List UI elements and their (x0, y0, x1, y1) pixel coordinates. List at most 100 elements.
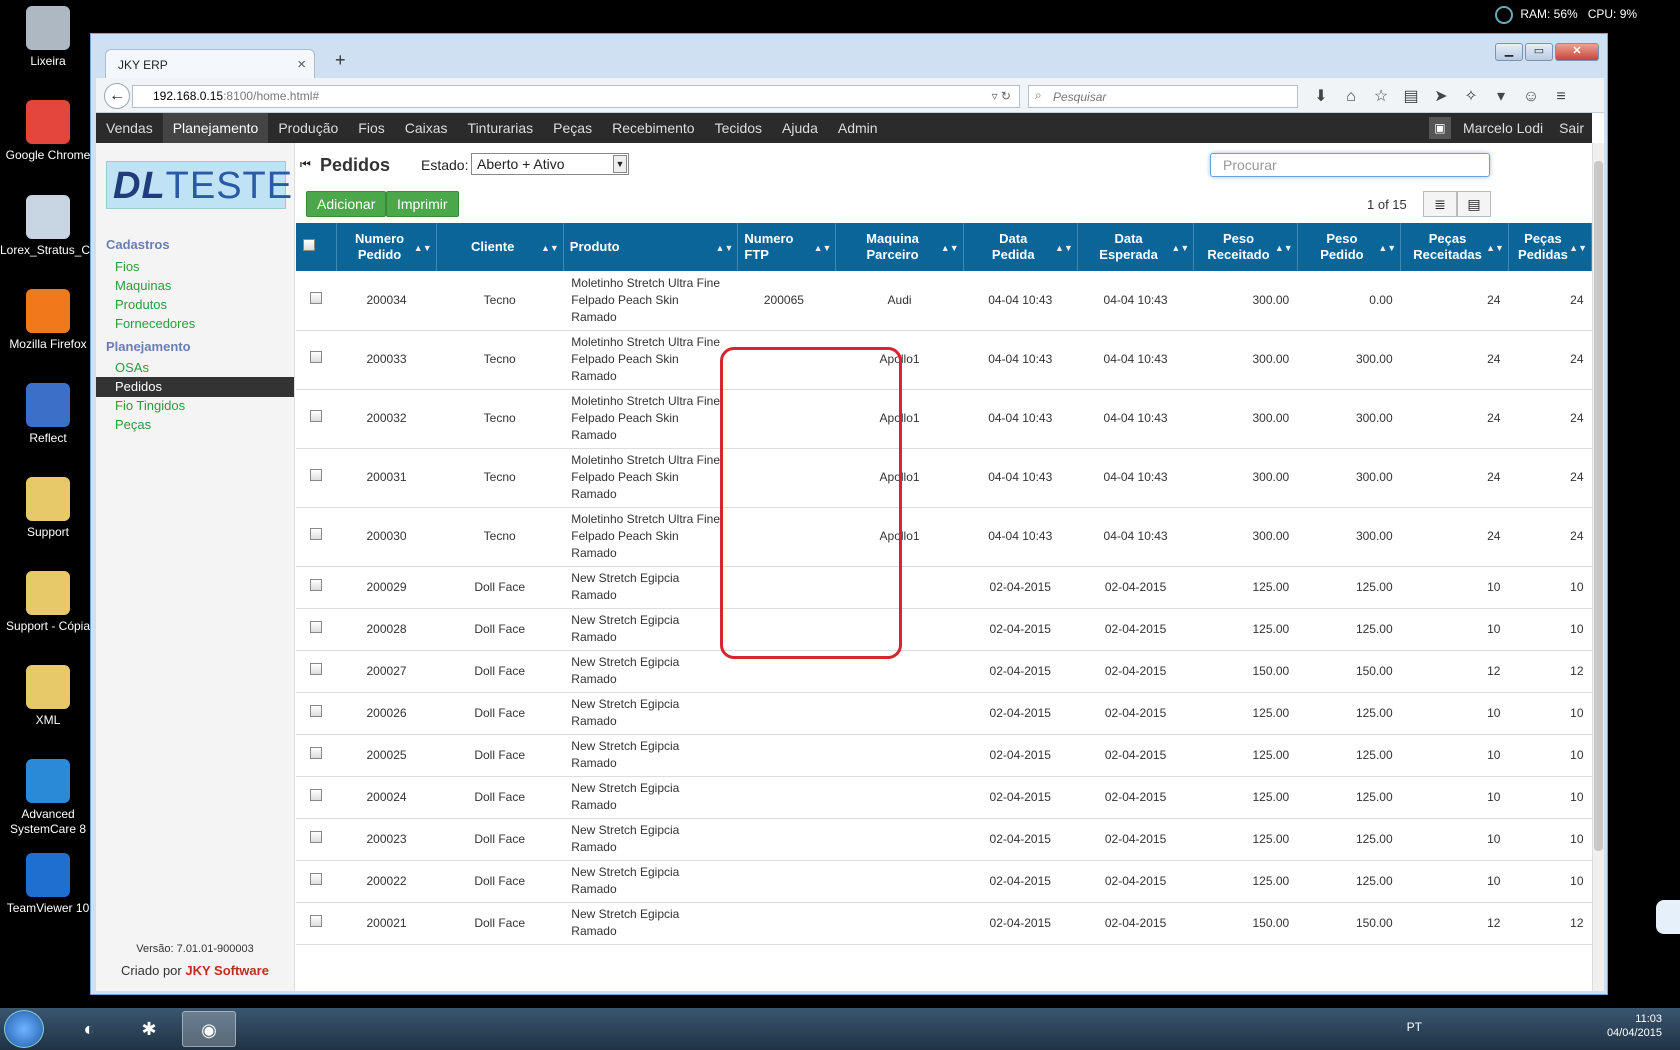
menu-item[interactable]: Vendas (96, 113, 163, 143)
menu-item[interactable]: Tinturarias (458, 113, 544, 143)
desktop-icon[interactable]: Lixeira (0, 6, 96, 69)
menu-item[interactable]: Ajuda (772, 113, 828, 143)
sort-icon[interactable]: ▲▼ (1055, 240, 1073, 256)
desktop-icon[interactable]: Reflect (0, 383, 96, 446)
sort-icon[interactable]: ▲▼ (1171, 240, 1189, 256)
table-row[interactable]: 200027 Doll Face New Stretch Egipcia Ramado… (296, 650, 1592, 693)
send-icon[interactable]: ➤ (1426, 86, 1456, 106)
table-row[interactable]: 200025 Doll Face New Stretch Egipcia Ramado… (296, 734, 1592, 777)
logout-link[interactable]: Sair (1551, 113, 1592, 143)
column-header[interactable]: Peso Receitado ▲▼ (1193, 223, 1298, 271)
chat-icon[interactable]: ☺ (1516, 88, 1546, 106)
column-header[interactable]: Produto ▲▼ (563, 223, 739, 271)
reload-icon[interactable]: ▿ ↻ (992, 89, 1011, 103)
table-row[interactable]: 200034 Tecno Moletinho Stretch Ultra Fine F… (296, 271, 1592, 331)
row-checkbox[interactable] (310, 291, 323, 304)
table-row[interactable]: 200031 Tecno Moletinho Stretch Ultra Fine F… (296, 448, 1592, 508)
sort-icon[interactable]: ▲▼ (1275, 240, 1293, 256)
desktop-icon[interactable]: TeamViewer 10 (0, 853, 96, 916)
user-avatar-icon[interactable]: ▣ (1428, 117, 1451, 139)
scrollbar-thumb[interactable] (1594, 161, 1603, 851)
row-checkbox[interactable] (310, 788, 323, 801)
firefox-task-icon[interactable]: ◉ (182, 1011, 236, 1047)
desktop-icon[interactable]: XML (0, 665, 96, 728)
menu-item[interactable]: Tecidos (705, 113, 772, 143)
table-row[interactable]: 200026 Doll Face New Stretch Egipcia Ramado… (296, 692, 1592, 735)
desktop-icon[interactable]: Lorex_Stratus_Cl... (0, 195, 103, 258)
column-header[interactable]: Peças Pedidas ▲▼ (1508, 223, 1592, 271)
table-row[interactable]: 200024 Doll Face New Stretch Egipcia Ramado… (296, 776, 1592, 819)
sort-icon[interactable]: ▲▼ (541, 240, 559, 256)
sort-icon[interactable]: ▲▼ (414, 240, 432, 256)
menu-item[interactable]: Caixas (395, 113, 458, 143)
collapse-sidebar-icon[interactable]: ⏮ (300, 157, 311, 172)
minimize-button[interactable]: ▁ (1495, 43, 1523, 61)
sidebar-item[interactable]: Produtos (96, 295, 294, 315)
close-tab-icon[interactable]: × (297, 56, 306, 73)
clock[interactable]: 11:03 04/04/2015 (1607, 1012, 1662, 1040)
table-row[interactable]: 200021 Doll Face New Stretch Egipcia Ramado… (296, 902, 1592, 945)
start-button[interactable] (4, 1010, 44, 1048)
form-view-icon[interactable]: ▤ (1457, 191, 1491, 217)
language-indicator[interactable]: PT (1407, 1020, 1422, 1034)
column-header[interactable]: Cliente ▲▼ (436, 223, 564, 271)
menu-item[interactable]: Produção (268, 113, 348, 143)
sort-icon[interactable]: ▲▼ (716, 240, 734, 256)
close-window-button[interactable]: ✕ (1555, 43, 1599, 61)
browser-search-input[interactable]: ⌕ Pesquisar (1028, 85, 1298, 108)
table-row[interactable]: 200023 Doll Face New Stretch Egipcia Ramado… (296, 818, 1592, 861)
sort-icon[interactable]: ▲▼ (941, 240, 959, 256)
column-header[interactable]: Data Esperada ▲▼ (1077, 223, 1195, 271)
sidebar-item[interactable]: OSAs (96, 358, 294, 378)
user-name[interactable]: Marcelo Lodi (1455, 113, 1551, 143)
sidebar-item[interactable]: Pedidos (96, 377, 294, 397)
row-checkbox[interactable] (310, 351, 323, 363)
list-view-icon[interactable]: ≣ (1423, 191, 1457, 217)
row-checkbox[interactable] (310, 578, 323, 591)
desktop-icon[interactable]: Support - Cópia (0, 571, 96, 634)
menu-item[interactable]: Peças (543, 113, 602, 143)
chevron-down-icon[interactable]: ▼ (613, 155, 627, 173)
row-checkbox[interactable] (310, 746, 323, 759)
menu-item[interactable]: Recebimento (602, 113, 705, 143)
row-checkbox[interactable] (310, 410, 323, 422)
sidebar-item[interactable]: Fio Tingidos (96, 396, 294, 416)
menu-item[interactable]: Admin (828, 113, 888, 143)
row-checkbox[interactable] (310, 704, 323, 717)
row-checkbox[interactable] (310, 872, 323, 885)
sidebar-item[interactable]: Fios (96, 257, 294, 277)
desktop-icon[interactable]: Support (0, 477, 96, 540)
new-tab-button[interactable]: + (335, 50, 346, 71)
select-all-checkbox[interactable] (303, 239, 316, 251)
print-button[interactable]: Imprimir (386, 191, 459, 217)
add-button[interactable]: Adicionar (306, 191, 387, 217)
credits-brand[interactable]: JKY Software (185, 963, 269, 978)
row-checkbox[interactable] (310, 914, 323, 927)
column-header[interactable]: Maquina Parceiro ▲▼ (835, 223, 964, 271)
app-task-icon[interactable]: ✱ (122, 1011, 176, 1047)
menu-item[interactable]: Fios (348, 113, 394, 143)
bookmark-star-icon[interactable]: ☆ (1366, 86, 1396, 106)
column-header[interactable]: Peças Receitadas ▲▼ (1400, 223, 1509, 271)
addon-icon[interactable]: ✧ (1456, 86, 1486, 106)
sort-icon[interactable]: ▲▼ (1486, 240, 1504, 256)
estado-select[interactable]: Aberto + Ativo ▼ (471, 153, 629, 175)
table-row[interactable]: 200022 Doll Face New Stretch Egipcia Ramado… (296, 860, 1592, 903)
column-header[interactable]: Data Pedida ▲▼ (963, 223, 1078, 271)
row-checkbox[interactable] (310, 830, 323, 843)
reading-list-icon[interactable]: ▤ (1396, 86, 1426, 106)
back-button[interactable]: ← (104, 83, 130, 109)
row-checkbox[interactable] (310, 620, 323, 633)
sort-icon[interactable]: ▲▼ (814, 240, 832, 256)
table-row[interactable]: 200030 Tecno Moletinho Stretch Ultra Fine F… (296, 507, 1592, 567)
column-header[interactable]: Numero FTP ▲▼ (737, 223, 837, 271)
download-icon[interactable]: ⬇ (1306, 86, 1336, 106)
sort-icon[interactable]: ▲▼ (1378, 240, 1396, 256)
table-row[interactable]: 200029 Doll Face New Stretch Egipcia Ramado… (296, 566, 1592, 609)
sidebar-item[interactable]: Fornecedores (96, 314, 294, 334)
page-scrollbar[interactable] (1592, 143, 1604, 991)
column-header[interactable]: Peso Pedido ▲▼ (1297, 223, 1402, 271)
table-row[interactable]: 200028 Doll Face New Stretch Egipcia Ramado… (296, 608, 1592, 651)
browser-tab[interactable]: JKY ERP × (105, 49, 315, 79)
sort-icon[interactable]: ▲▼ (1569, 240, 1587, 256)
